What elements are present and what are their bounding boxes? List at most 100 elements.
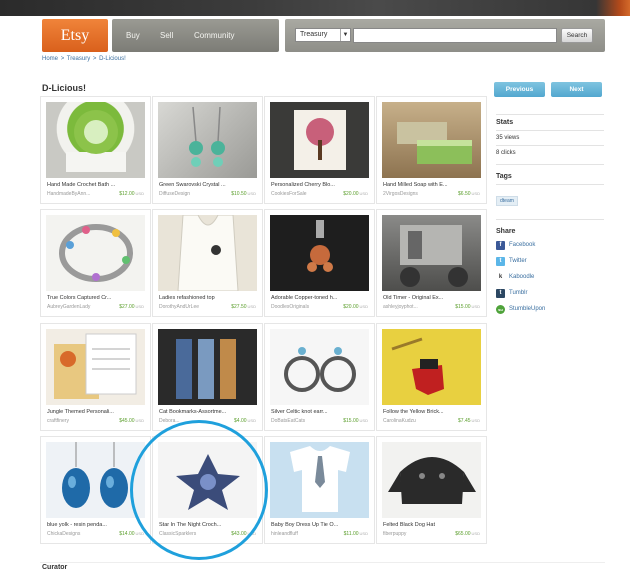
item-title[interactable]: True Colors Captured Cr... xyxy=(47,295,111,301)
share-label: Twitter xyxy=(509,258,527,264)
list-item[interactable]: Star In The Night Croch... ClassicSparkl… xyxy=(152,436,263,544)
etsy-logo[interactable]: Etsy xyxy=(42,19,108,52)
nav-community[interactable]: Community xyxy=(194,31,234,40)
item-price: $7.45USD xyxy=(458,418,480,424)
item-image-jungle-stationery[interactable] xyxy=(46,329,145,405)
item-shop[interactable]: DorothyAndUrLee xyxy=(159,304,199,310)
item-image-star-crochet[interactable] xyxy=(158,442,257,518)
page-title: D-Licious! xyxy=(42,83,86,93)
list-item[interactable]: Adorable Copper-toned h... DoodlesOrigin… xyxy=(264,209,375,317)
item-title[interactable]: Jungle Themed Personali... xyxy=(47,409,114,415)
search-scope-select[interactable]: Treasury ▼ xyxy=(295,28,351,42)
curator-heading: Curator xyxy=(42,564,68,571)
list-item[interactable]: Hand Made Crochet Bath ... HandmadeByAnn… xyxy=(40,96,151,204)
item-shop[interactable]: ChickaDesigns xyxy=(47,531,80,537)
item-title[interactable]: Green Swarovski Crystal ... xyxy=(159,182,226,188)
price-value: $15.00 xyxy=(343,418,359,424)
share-tumblr[interactable]: t Tumblr xyxy=(496,285,604,301)
list-item[interactable]: Silver Celtic knot earr... DoBatsEatCats… xyxy=(264,323,375,431)
item-title[interactable]: Old Timer - Original Ex... xyxy=(383,295,443,301)
item-price: $11.00USD xyxy=(344,531,368,537)
item-shop[interactable]: HandmadeByAnn... xyxy=(47,191,90,197)
list-item[interactable]: Green Swarovski Crystal ... DiffuseDesig… xyxy=(152,96,263,204)
list-item[interactable]: Hand Milled Soap with E... 2VirgosDesign… xyxy=(376,96,487,204)
price-currency: USD xyxy=(247,531,256,536)
item-price: $6.50USD xyxy=(458,191,480,197)
list-item[interactable]: Old Timer - Original Ex... ashleyjoyphot… xyxy=(376,209,487,317)
item-title[interactable]: Star In The Night Croch... xyxy=(159,522,221,528)
item-shop[interactable]: 2VirgosDesigns xyxy=(383,191,418,197)
share-facebook[interactable]: f Facebook xyxy=(496,237,604,253)
item-image-refashioned-top[interactable] xyxy=(158,215,257,291)
item-price: $65.00USD xyxy=(455,531,480,537)
list-item[interactable]: Jungle Themed Personali... craftfinery $… xyxy=(40,323,151,431)
item-image-dog-hat[interactable] xyxy=(382,442,481,518)
share-label: Facebook xyxy=(509,242,536,248)
item-shop[interactable]: DiffuseDesign xyxy=(159,191,190,197)
item-title[interactable]: Personalized Cherry Blo... xyxy=(271,182,335,188)
item-image-green-earrings[interactable] xyxy=(158,102,257,178)
item-title[interactable]: blue yolk - resin penda... xyxy=(47,522,107,528)
list-item[interactable]: Cat Bookmarks-Assortme... Debora... $4.0… xyxy=(152,323,263,431)
item-title[interactable]: Felted Black Dog Hat xyxy=(383,522,435,528)
item-shop[interactable]: AubreyGardenLady xyxy=(47,304,90,310)
item-price: $43.00USD xyxy=(231,531,256,537)
share-stumbleupon[interactable]: su StumbleUpon xyxy=(496,301,604,317)
item-price: $15.00USD xyxy=(455,304,480,310)
stats-heading: Stats xyxy=(496,119,514,126)
breadcrumb-treasury[interactable]: Treasury xyxy=(67,56,90,62)
item-price: $20.00USD xyxy=(343,191,368,197)
item-image-copper-pendant[interactable] xyxy=(270,215,369,291)
search-button[interactable]: Search xyxy=(561,28,593,43)
item-shop[interactable]: ashleyjoyphot... xyxy=(383,304,418,310)
list-item[interactable]: Personalized Cherry Blo... CookiesForSal… xyxy=(264,96,375,204)
item-title[interactable]: Adorable Copper-toned h... xyxy=(271,295,337,301)
list-item[interactable]: blue yolk - resin penda... ChickaDesigns… xyxy=(40,436,151,544)
previous-button[interactable]: Previous xyxy=(494,82,545,97)
list-item[interactable]: Felted Black Dog Hat fiberpuppy $65.00US… xyxy=(376,436,487,544)
breadcrumb-home[interactable]: Home xyxy=(42,56,58,62)
next-button[interactable]: Next xyxy=(551,82,602,97)
item-title[interactable]: Hand Made Crochet Bath ... xyxy=(47,182,115,188)
item-image-blue-resin-pendants[interactable] xyxy=(46,442,145,518)
item-title[interactable]: Baby Boy Dress Up Tie O... xyxy=(271,522,338,528)
item-shop[interactable]: fiberpuppy xyxy=(383,531,406,537)
item-image-bracelet[interactable] xyxy=(46,215,145,291)
item-shop[interactable]: CookiesForSale xyxy=(271,191,307,197)
item-image-crochet-bath[interactable] xyxy=(46,102,145,178)
item-title[interactable]: Cat Bookmarks-Assortme... xyxy=(159,409,226,415)
item-title[interactable]: Ladies refashioned top xyxy=(159,295,215,301)
list-item[interactable]: True Colors Captured Cr... AubreyGardenL… xyxy=(40,209,151,317)
share-label: Tumblr xyxy=(509,290,528,296)
tag-chip[interactable]: dteam xyxy=(496,196,518,206)
nav-buy[interactable]: Buy xyxy=(126,31,140,40)
breadcrumb-separator: > xyxy=(92,56,97,62)
price-currency: USD xyxy=(247,191,256,196)
item-image-old-timer-photo[interactable] xyxy=(382,215,481,291)
item-shop[interactable]: DoBatsEatCats xyxy=(271,418,305,424)
share-twitter[interactable]: t Twitter xyxy=(496,253,604,269)
item-image-baby-onesie[interactable] xyxy=(270,442,369,518)
nav-sell[interactable]: Sell xyxy=(160,31,173,40)
item-shop[interactable]: DoodlesOriginals xyxy=(271,304,309,310)
list-item[interactable]: Baby Boy Dress Up Tie O... hinleandfluff… xyxy=(264,436,375,544)
item-title[interactable]: Hand Milled Soap with E... xyxy=(383,182,448,188)
item-shop[interactable]: ClassicSparklers xyxy=(159,531,196,537)
item-image-soap[interactable] xyxy=(382,102,481,178)
item-title[interactable]: Silver Celtic knot earr... xyxy=(271,409,328,415)
list-item[interactable]: Follow the Yellow Brick... CarolinaKudzu… xyxy=(376,323,487,431)
item-image-cat-bookmarks[interactable] xyxy=(158,329,257,405)
item-shop[interactable]: hinleandfluff xyxy=(271,531,298,537)
list-item[interactable]: Ladies refashioned top DorothyAndUrLee $… xyxy=(152,209,263,317)
item-image-celtic-earrings[interactable] xyxy=(270,329,369,405)
item-shop[interactable]: Debora... xyxy=(159,418,180,424)
item-shop[interactable]: CarolinaKudzu xyxy=(383,418,416,424)
item-image-yellow-brick-road[interactable] xyxy=(382,329,481,405)
share-kaboodle[interactable]: k Kaboodle xyxy=(496,269,604,285)
item-title[interactable]: Follow the Yellow Brick... xyxy=(383,409,444,415)
breadcrumb-separator: > xyxy=(60,56,65,62)
price-currency: USD xyxy=(135,191,144,196)
item-image-cherry-blossom[interactable] xyxy=(270,102,369,178)
item-shop[interactable]: craftfinery xyxy=(47,418,69,424)
search-input[interactable] xyxy=(353,28,557,43)
